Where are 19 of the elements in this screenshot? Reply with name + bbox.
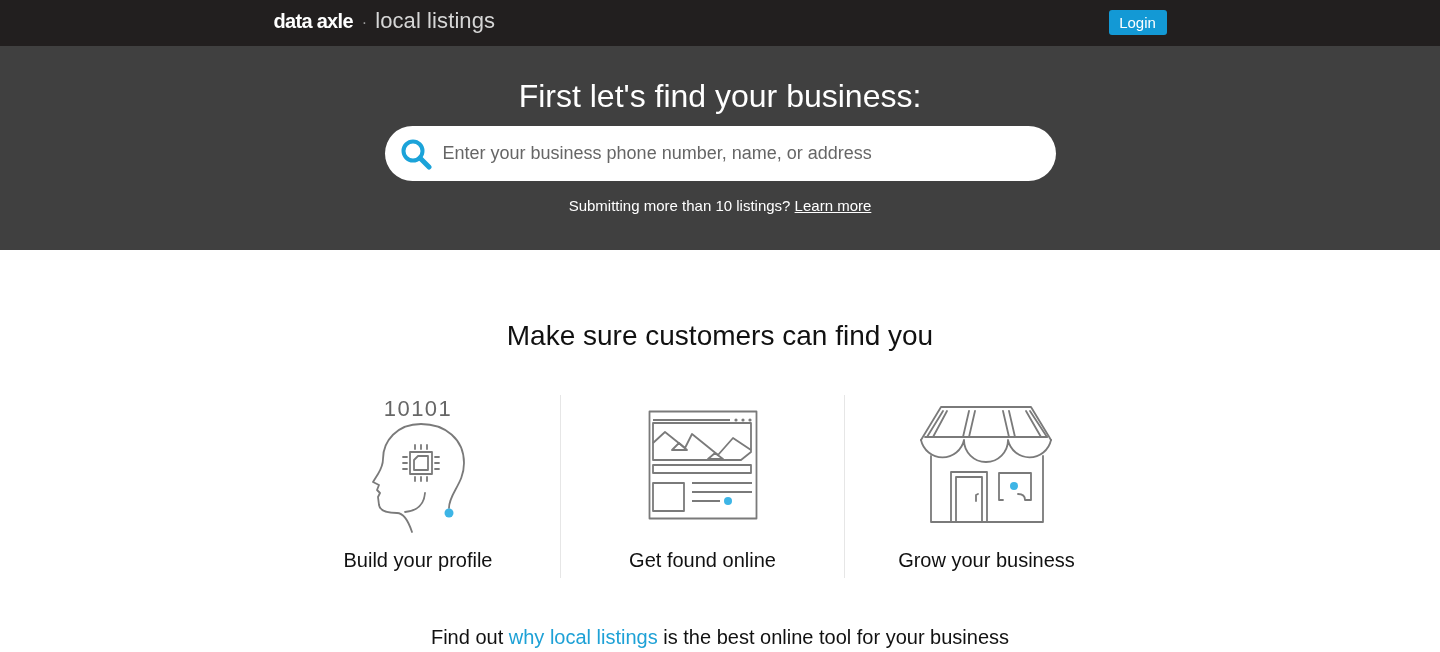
feature-label: Grow your business [898, 548, 1075, 572]
search-field[interactable]: Enter your business phone number, name, or address [384, 126, 1056, 181]
webpage-icon [647, 410, 758, 520]
search-icon [399, 138, 432, 170]
head-with-chip-icon [370, 420, 466, 533]
login-button[interactable]: Login [1108, 9, 1167, 35]
logo-separator: · [361, 14, 368, 32]
product-name: local listings [375, 8, 496, 34]
binary-digits: 10101 [383, 397, 453, 420]
feature-label: Build your profile [343, 548, 493, 572]
listings-note: Submitting more than 10 listings? Learn more [568, 197, 872, 215]
storefront-icon [919, 404, 1054, 526]
promo-sentence: Find out why local listings is the best online tool for your business [430, 625, 1010, 649]
brand-wordmark: data axle [273, 10, 353, 33]
hero-title: First let's find your business: [518, 77, 922, 116]
feature-label: Get found online [629, 548, 776, 572]
section-title: Make sure customers can find you [506, 319, 934, 353]
local-listings-link[interactable]: why local listings [508, 626, 658, 648]
learn-more-link[interactable]: Learn more [794, 197, 872, 214]
